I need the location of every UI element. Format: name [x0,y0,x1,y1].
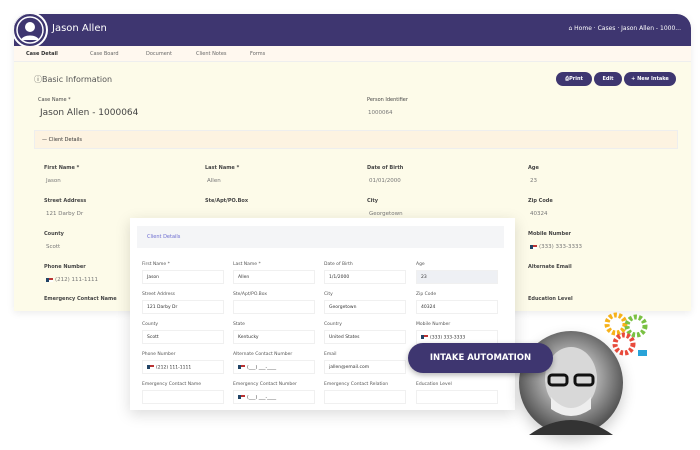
field-input[interactable]: Georgetown [324,300,406,314]
us-flag-icon[interactable] [530,244,537,249]
field-label: County [44,231,64,237]
us-flag-icon[interactable] [421,335,428,339]
field-input[interactable] [324,390,406,404]
case-name-value: Jason Allen - 1000064 [40,108,139,118]
field-label: Mobile Number [416,322,451,327]
field-label: Ste/Apt/PO.Box [205,198,249,204]
field-input[interactable]: United States [324,330,406,344]
print-button[interactable]: ⎙Print [556,72,592,86]
us-flag-icon[interactable] [238,395,245,399]
field-label: Emergency Contact Name [142,382,202,387]
field-label: Street Address [44,198,87,204]
tab-case-board[interactable]: Case Board [90,51,119,57]
breadcrumb[interactable]: ⌂ Home · Cases · Jason Allen - 1000... [568,25,681,32]
field-label: Email [324,352,337,357]
field-value[interactable]: Georgetown [369,211,403,217]
field-input[interactable]: jallen@email.com [324,360,406,374]
field-label: Emergency Contact Relation [324,382,389,387]
info-icon: ⓘ [34,75,42,84]
case-name-label: Case Name * [38,97,71,103]
field-label: Emergency Contact Name [44,296,117,302]
field-label: Date of Birth [367,165,404,171]
field-label: City [367,198,379,204]
user-avatar-icon[interactable] [14,14,48,48]
field-label: Zip Code [416,292,437,297]
field-label: Last Name * [205,165,240,171]
field-input[interactable]: 40324 [416,300,498,314]
intake-automation-badge: INTAKE AUTOMATION [408,343,553,373]
field-input[interactable] [416,390,498,404]
field-label: Age [416,262,425,267]
tab-forms[interactable]: Forms [250,51,265,57]
page-title: Jason Allen [52,23,107,34]
us-flag-icon[interactable] [46,277,53,282]
field-label: Alternate Email [528,264,572,270]
field-value[interactable]: (212) 111-1111 [46,277,98,283]
field-label: Phone Number [44,264,86,270]
us-flag-icon[interactable] [147,365,154,369]
field-input[interactable]: 121 Darby Dr [142,300,224,314]
card-header: Client Details [137,226,504,248]
field-label: Date of Birth [324,262,353,267]
field-label: Last Name * [233,262,261,267]
edit-button[interactable]: Edit [594,72,622,86]
tab-case-detail[interactable]: Case Detail [26,51,58,57]
field-label: Education Level [416,382,452,387]
field-label: First Name * [142,262,170,267]
field-label: Alternate Contact Number [233,352,293,357]
field-value[interactable]: 40324 [530,211,548,217]
field-label: Phone Number [142,352,176,357]
field-label: Zip Code [528,198,553,204]
us-flag-icon[interactable] [238,365,245,369]
field-value[interactable]: (333) 333-3333 [530,244,582,250]
field-value[interactable]: 23 [530,178,537,184]
field-input[interactable]: Kentucky [233,330,315,344]
tab-client-notes[interactable]: Client Notes [196,51,227,57]
field-input[interactable]: (___) ___-____ [233,360,315,374]
field-input[interactable]: (212) 111-1111 [142,360,224,374]
section-title: ⓘBasic Information [34,75,113,84]
field-input[interactable]: 23 [416,270,498,284]
field-label: Street Address [142,292,176,297]
intake-form-card: Client Details First Name * Jason Last Nam… [130,218,515,410]
field-value[interactable]: 01/01/2000 [369,178,401,184]
field-input[interactable] [233,300,315,314]
field-input[interactable]: (___) ___-____ [233,390,315,404]
field-label: Mobile Number [528,231,571,237]
field-input[interactable]: 1/1/2000 [324,270,406,284]
field-value[interactable]: Jason [46,178,61,184]
field-input[interactable]: Allen [233,270,315,284]
field-input[interactable]: (333) 333-3333 [416,330,498,344]
field-value[interactable]: 121 Darby Dr [46,211,83,217]
field-label: Ste/Apt/PO.Box [233,292,267,297]
field-input[interactable]: Scott [142,330,224,344]
field-label: Country [324,322,342,327]
field-label: County [142,322,159,327]
tab-bar: Case Detail Case Board Document Client N… [14,46,691,62]
field-input[interactable]: Jason [142,270,224,284]
tab-document[interactable]: Document [146,51,172,57]
new-intake-button[interactable]: + New Intake [624,72,676,86]
client-details-header[interactable]: — Client Details [34,130,678,149]
field-input[interactable] [142,390,224,404]
field-label: State [233,322,245,327]
field-value[interactable]: Allen [207,178,221,184]
field-label: Age [528,165,539,171]
field-label: City [324,292,333,297]
field-value[interactable]: Scott [46,244,60,250]
field-label: First Name * [44,165,80,171]
field-label: Emergency Contact Number [233,382,297,387]
field-label: Education Level [528,296,573,302]
app-header: Jason Allen ⌂ Home · Cases · Jason Allen… [14,14,691,48]
person-identifier-label: Person Identifier [367,97,408,103]
person-identifier-value: 1000064 [368,110,393,116]
